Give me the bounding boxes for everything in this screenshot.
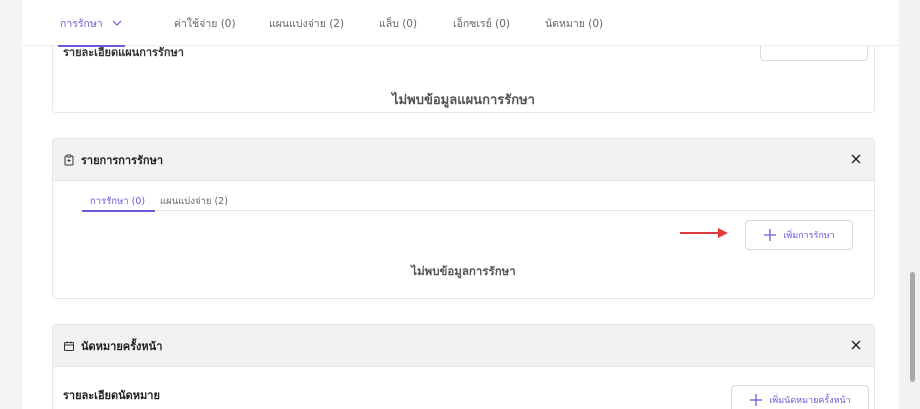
next-appointment-panel: นัดหมายครั้งหน้า รายละเอียดนัดหมาย เพิ่ม… [52,324,875,409]
next-appointment-title: นัดหมายครั้งหน้า [81,339,163,353]
treatment-list-header: รายการการรักษา [53,139,874,181]
treatment-empty-message: ไม่พบข้อมูลการรักษา [411,264,516,278]
plus-icon [764,229,777,241]
treatment-list-panel: รายการการรักษา การรักษา (0) แผนแบ่งจ่าย … [52,138,875,299]
top-tab-bar: การรักษา ค่าใช้จ่าย (0) แผนแบ่งจ่าย (2) … [22,0,899,47]
clipboard-icon [64,154,74,165]
sub-tab-installment-plan-label: แผนแบ่งจ่าย (2) [160,195,228,207]
tab-lab-label: แล็บ (0) [379,17,418,30]
sub-tab-treatment-label: การรักษา (0) [90,195,146,207]
appointment-detail-title: รายละเอียดนัดหมาย [63,389,160,402]
sub-tab-installment-plan[interactable]: แผนแบ่งจ่าย (2) [160,191,228,211]
scrollbar-thumb[interactable] [910,272,915,382]
next-appointment-header: นัดหมายครั้งหน้า [53,325,874,367]
calendar-icon [64,341,74,351]
tab-expenses[interactable]: ค่าใช้จ่าย (0) [174,0,236,46]
close-icon[interactable] [850,153,862,165]
treatment-list-title: รายการการรักษา [81,153,164,167]
chevron-down-icon[interactable] [111,17,123,29]
treatment-sub-tabs: การรักษา (0) แผนแบ่งจ่าย (2) [81,191,874,212]
plus-icon [750,394,763,406]
treatment-plan-empty-message: ไม่พบข้อมูลแผนการรักษา [392,93,535,108]
tab-installment-plan[interactable]: แผนแบ่งจ่าย (2) [269,0,344,46]
add-treatment-button[interactable]: เพิ่มการรักษา [745,220,853,250]
tab-installment-plan-label: แผนแบ่งจ่าย (2) [269,17,345,30]
tab-lab[interactable]: แล็บ (0) [379,0,417,46]
tab-appointment[interactable]: นัดหมาย (0) [545,0,603,46]
close-icon[interactable] [850,339,862,351]
tab-expenses-label: ค่าใช้จ่าย (0) [174,17,236,30]
annotation-arrow-icon [680,228,728,238]
tab-xray[interactable]: เอ็กซเรย์ (0) [453,0,510,46]
add-next-appointment-label: เพิ่มนัดหมายครั้งหน้า [769,396,851,406]
add-next-appointment-button[interactable]: เพิ่มนัดหมายครั้งหน้า [731,385,869,409]
tab-xray-label: เอ็กซเรย์ (0) [453,17,510,30]
add-treatment-label: เพิ่มการรักษา [783,231,835,241]
page-scrollbar[interactable] [905,0,920,409]
tab-treatment[interactable]: การรักษา [58,0,125,47]
sub-tab-treatment[interactable]: การรักษา (0) [81,191,156,212]
tab-appointment-label: นัดหมาย (0) [545,17,604,30]
tab-treatment-label: การรักษา [60,17,103,30]
